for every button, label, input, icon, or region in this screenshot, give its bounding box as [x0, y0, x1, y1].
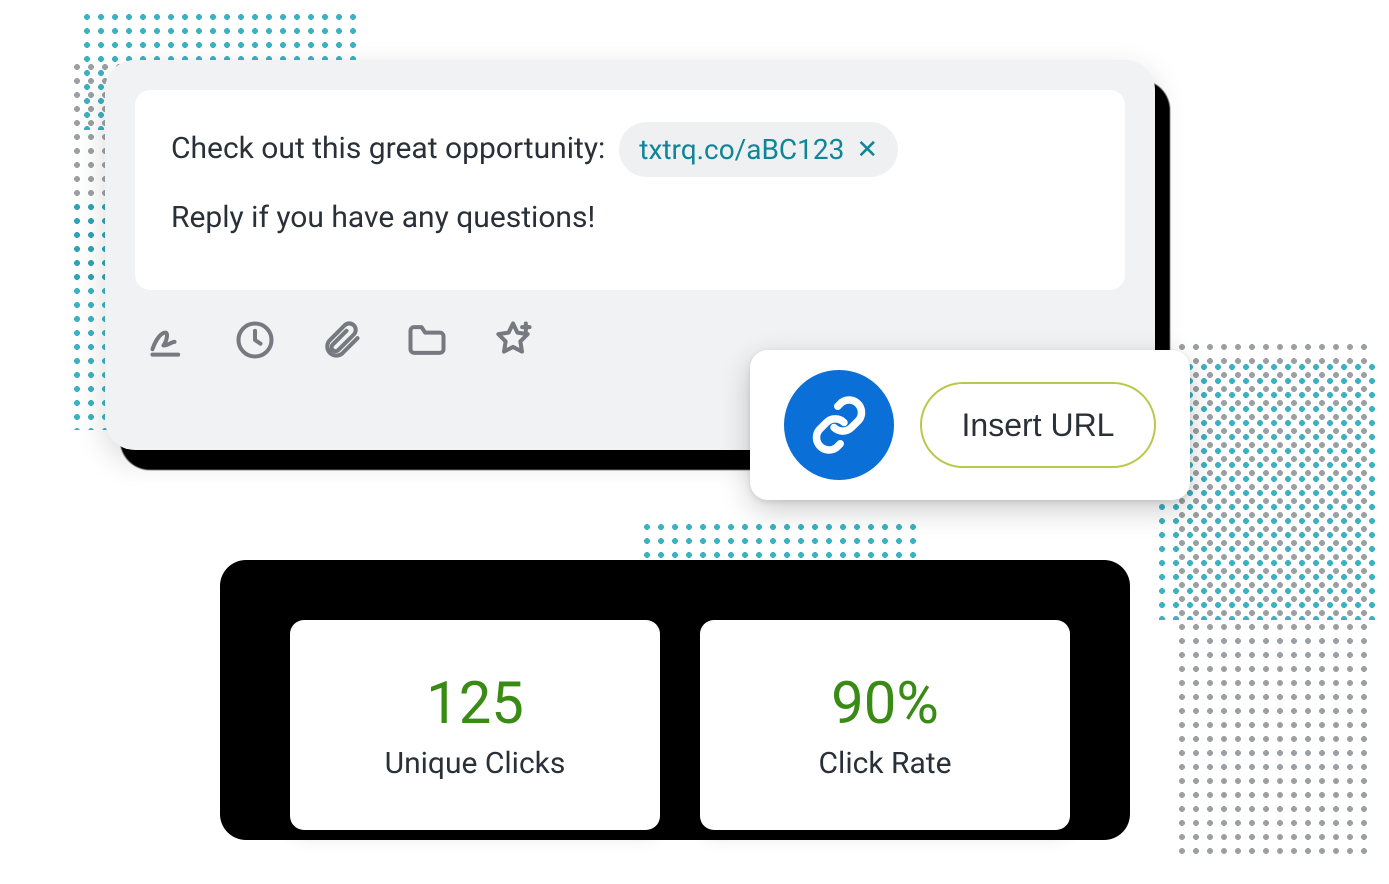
message-text-line2: Reply if you have any questions! — [171, 195, 1089, 242]
stat-card-unique-clicks: 125 Unique Clicks — [290, 620, 660, 830]
clock-icon[interactable] — [231, 316, 279, 364]
folder-icon[interactable] — [403, 316, 451, 364]
stat-label: Unique Clicks — [385, 746, 566, 781]
link-icon — [784, 370, 894, 480]
message-textarea[interactable]: Check out this great opportunity: txtrq.… — [135, 90, 1125, 290]
stat-value: 125 — [426, 670, 524, 738]
remove-link-icon[interactable]: ✕ — [856, 137, 878, 163]
insert-url-button[interactable]: Insert URL — [920, 382, 1156, 468]
decorative-dots — [1175, 340, 1375, 860]
shortlink-text: txtrq.co/aBC123 — [639, 128, 844, 171]
stat-card-click-rate: 90% Click Rate — [700, 620, 1070, 830]
signature-icon[interactable] — [145, 316, 193, 364]
shortlink-chip[interactable]: txtrq.co/aBC123 ✕ — [619, 122, 898, 177]
insert-url-popover: Insert URL — [750, 350, 1190, 500]
attachment-icon[interactable] — [317, 316, 365, 364]
stat-value: 90% — [831, 670, 939, 738]
stat-label: Click Rate — [819, 746, 952, 781]
star-plus-icon[interactable] — [489, 316, 537, 364]
stats-row: 125 Unique Clicks 90% Click Rate — [290, 620, 1070, 830]
message-text-line1: Check out this great opportunity: — [171, 126, 605, 173]
